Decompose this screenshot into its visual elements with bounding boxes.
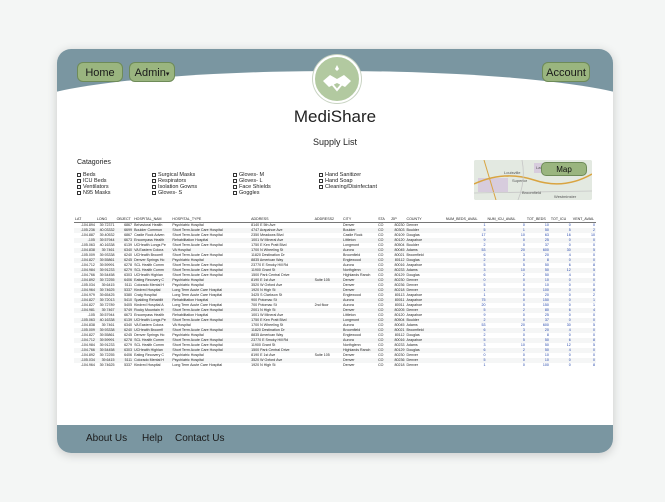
checkbox[interactable]	[233, 184, 237, 189]
checkbox[interactable]	[152, 184, 156, 189]
app-window: Home Admin▾ Account MediShare Supply Lis…	[57, 49, 613, 453]
checkbox[interactable]	[152, 190, 156, 195]
table-cell: Kindred Hospital	[134, 363, 161, 367]
checkbox[interactable]	[152, 178, 156, 183]
about-us-link[interactable]: About Us	[86, 433, 127, 444]
category-gloves-s[interactable]: Gloves- S	[152, 190, 182, 196]
category-label: N95 Masks	[83, 190, 111, 196]
category-label: Cleaning/Disinfectant	[325, 184, 377, 190]
app-title: MediShare	[293, 107, 377, 126]
category-n95-masks[interactable]: N95 Masks	[77, 190, 111, 196]
page-subtitle: Supply List	[312, 137, 358, 147]
supply-table: LAT LONG OBJECT HOSPITAL_NAM HOSPITAL_TY…	[74, 216, 596, 410]
checkbox[interactable]	[319, 172, 323, 177]
table-cell: 39.74625	[99, 363, 115, 367]
help-link[interactable]: Help	[142, 433, 163, 444]
table-cell: 100	[542, 363, 549, 367]
map-label: Broomfield	[522, 190, 541, 195]
checkbox[interactable]	[233, 172, 237, 177]
map-button[interactable]: Map	[541, 162, 587, 176]
table-cell: Long Term Acute Care Hospital	[172, 363, 223, 367]
checkbox[interactable]	[152, 172, 156, 177]
checkbox[interactable]	[319, 184, 323, 189]
checkbox[interactable]	[77, 184, 81, 189]
checkbox[interactable]	[233, 190, 237, 195]
table-body: -104.894 39.72371 6867 Behavioral Health Psy…	[74, 223, 596, 369]
table-cell	[314, 363, 342, 368]
table-cell: Denver	[343, 363, 355, 367]
checkbox[interactable]	[77, 172, 81, 177]
admin-dropdown-button[interactable]: Admin▾	[129, 62, 175, 82]
table-cell: -104.964	[80, 363, 95, 367]
table-cell: 5337	[124, 363, 133, 367]
table-cell: 0	[568, 363, 571, 367]
category-goggles[interactable]: Goggles	[233, 190, 260, 196]
checkbox[interactable]	[77, 190, 81, 195]
handshake-logo-icon[interactable]	[313, 55, 361, 103]
table-cell: 0	[522, 363, 525, 367]
checkbox[interactable]	[233, 178, 237, 183]
table-cell: 1	[483, 363, 486, 367]
table-cell: CO	[378, 363, 384, 367]
map-label: Superior	[512, 178, 528, 183]
admin-label: Admin	[134, 67, 166, 79]
category-label: Gloves- S	[158, 190, 183, 196]
map-label: Westminster	[554, 194, 577, 199]
footer-bar	[57, 425, 613, 453]
contact-us-link[interactable]: Contact Us	[175, 433, 224, 444]
table-cell: 8	[593, 363, 595, 367]
table-cell: Denver	[406, 363, 419, 367]
checkbox[interactable]	[77, 178, 81, 183]
checkbox[interactable]	[319, 178, 323, 183]
table-cell: 80218	[394, 363, 405, 367]
map-label: Louisville	[504, 170, 521, 175]
home-button[interactable]: Home	[77, 62, 123, 82]
categories-heading: Catagories	[77, 159, 111, 166]
table-cell: 1920 N High St	[251, 363, 276, 367]
category-cleaning-disinfectant[interactable]: Cleaning/Disinfectant	[319, 184, 377, 190]
chevron-down-icon: ▾	[165, 71, 170, 78]
category-label: Goggles	[239, 190, 260, 196]
account-button[interactable]: Account	[542, 62, 590, 82]
table-row[interactable]: -104.964 39.74625 5337 Kindred Hospital Long…	[74, 363, 596, 368]
